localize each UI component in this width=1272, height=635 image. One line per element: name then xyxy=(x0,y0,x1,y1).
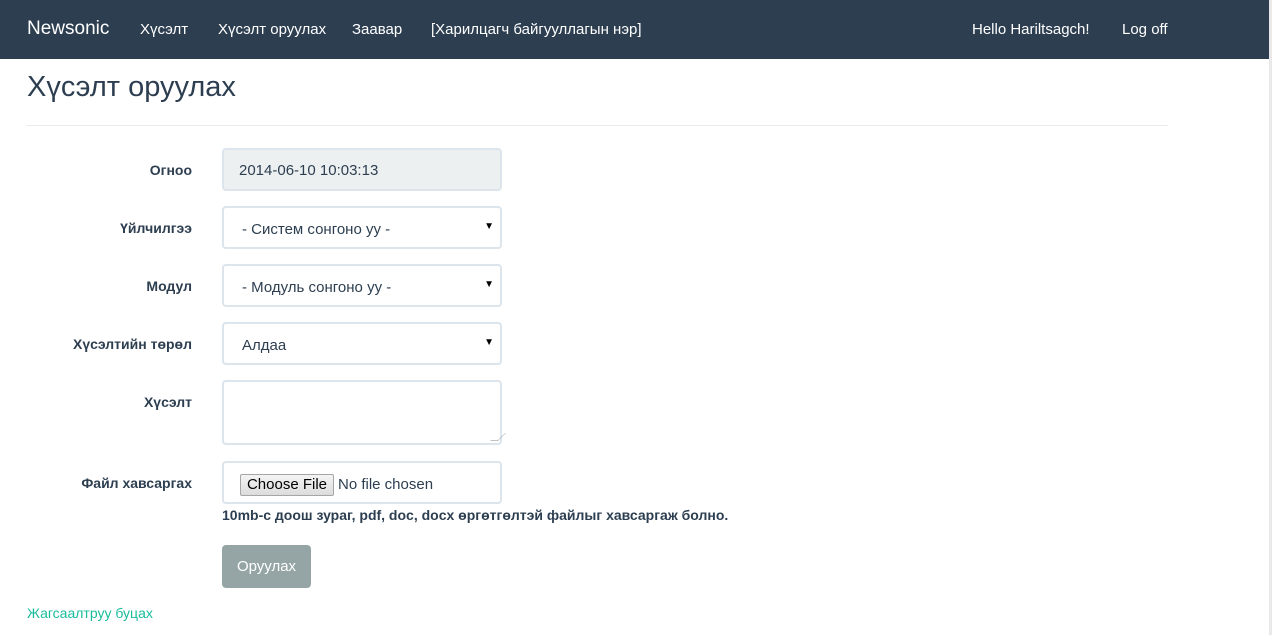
module-selected: - Модуль сонгоно уу - xyxy=(242,279,392,296)
resize-handle-icon[interactable] xyxy=(490,433,506,441)
service-selected: - Систем сонгоно уу - xyxy=(242,221,391,238)
back-to-list-link[interactable]: Жагсаалтруу буцах xyxy=(27,605,153,621)
attachment-help-text: 10mb-с доош зураг, pdf, doc, docx өргөтг… xyxy=(222,507,729,523)
page-title: Хүсэлт оруулах xyxy=(27,71,236,103)
dropdown-caret-icon: ▼ xyxy=(484,279,494,290)
nav-guide[interactable]: Заавар xyxy=(352,21,402,38)
request-textarea[interactable] xyxy=(222,380,506,445)
brand-link[interactable]: Newsonic xyxy=(27,18,109,40)
user-greeting-link[interactable]: Hello Hariltsagch! xyxy=(972,21,1090,38)
date-label: Огноо xyxy=(149,162,192,178)
choose-file-button[interactable]: Choose File xyxy=(240,474,334,496)
file-status: No file chosen xyxy=(338,476,434,493)
service-label: Үйлчилгээ xyxy=(120,220,192,236)
logoff-link[interactable]: Log off xyxy=(1122,21,1168,38)
request-type-label: Хүсэлтийн төрөл xyxy=(72,336,192,352)
nav-organization[interactable]: [Харилцагч байгууллагын нэр] xyxy=(431,21,641,38)
nav-new-request[interactable]: Хүсэлт оруулах xyxy=(218,21,326,38)
date-value: 2014-06-10 10:03:13 xyxy=(239,162,379,179)
top-navbar: Newsonic Хүсэлт Хүсэлт оруулах Заавар [Х… xyxy=(0,0,1272,59)
module-label: Модул xyxy=(146,278,192,294)
dropdown-caret-icon: ▼ xyxy=(484,337,494,348)
request-label: Хүсэлт xyxy=(143,394,192,410)
attachment-label: Файл хавсаргах xyxy=(81,475,192,491)
title-divider xyxy=(27,125,1168,126)
nav-requests[interactable]: Хүсэлт xyxy=(140,21,188,38)
request-type-select[interactable]: Алдаа ▼ xyxy=(222,322,502,365)
date-field[interactable]: 2014-06-10 10:03:13 xyxy=(222,148,502,191)
submit-button[interactable]: Оруулах xyxy=(222,545,311,588)
service-select[interactable]: - Систем сонгоно уу - ▼ xyxy=(222,206,502,249)
dropdown-caret-icon: ▼ xyxy=(484,221,494,232)
module-select[interactable]: - Модуль сонгоно уу - ▼ xyxy=(222,264,502,307)
request-type-selected: Алдаа xyxy=(242,337,287,354)
file-input[interactable]: Choose File No file chosen xyxy=(222,461,502,504)
